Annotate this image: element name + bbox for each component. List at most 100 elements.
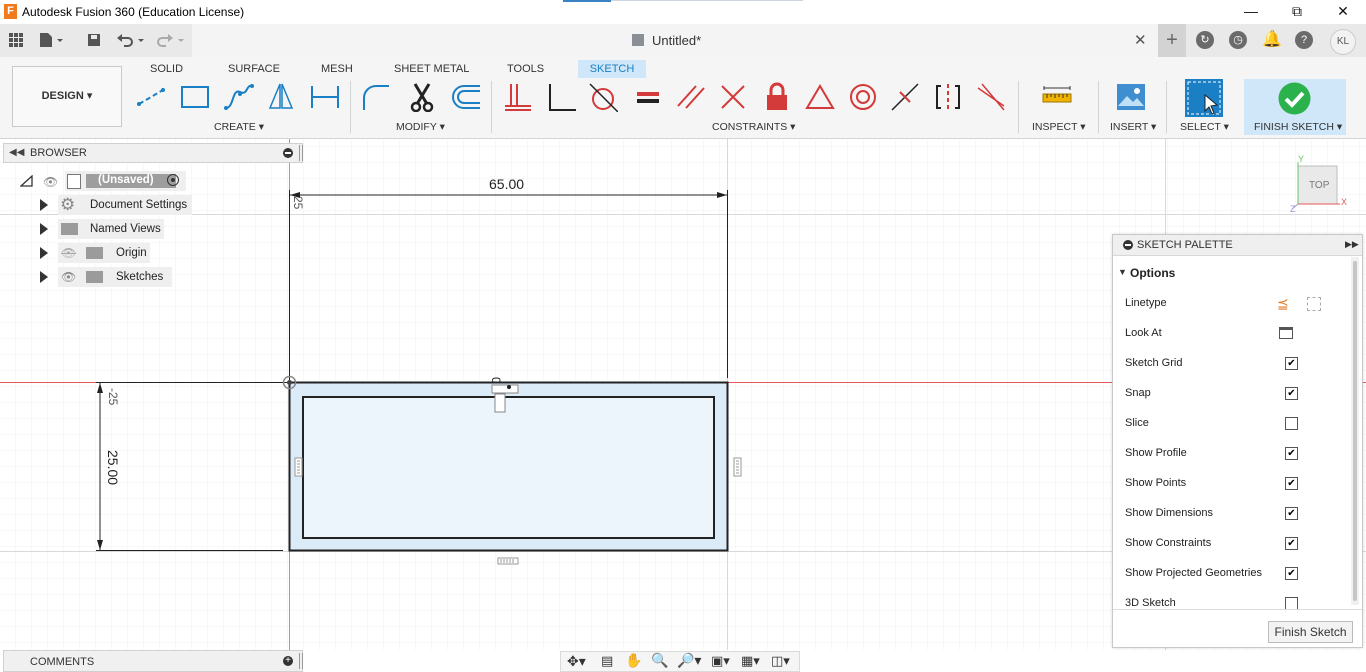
mirror-tool-icon[interactable]	[266, 82, 296, 112]
browser-item-document-settings[interactable]: ⚙ Document Settings	[38, 195, 198, 215]
dimension-small-top-label[interactable]: 25	[291, 196, 305, 209]
tab-surface[interactable]: SURFACE	[222, 60, 286, 78]
finish-sketch-button[interactable]: Finish Sketch	[1268, 621, 1353, 643]
parallel-constraint-icon[interactable]	[676, 82, 706, 112]
equal-constraint-icon[interactable]	[633, 82, 663, 112]
browser-item-sketches[interactable]: 👁 Sketches	[38, 267, 198, 287]
expand-triangle-icon[interactable]	[40, 247, 48, 259]
linetype-construction-icon[interactable]: ⪳	[1277, 295, 1289, 312]
modify-group-label[interactable]: MODIFY ▾	[396, 121, 445, 133]
palette-checkbox[interactable]: ✔	[1285, 537, 1298, 550]
undo-icon[interactable]	[116, 30, 144, 50]
inspect-group-label[interactable]: INSPECT ▾	[1032, 121, 1086, 133]
palette-checkbox[interactable]: ✔	[1285, 447, 1298, 460]
close-window-button[interactable]: ✕	[1320, 0, 1366, 24]
palette-checkbox[interactable]	[1285, 417, 1298, 430]
midpoint-constraint-icon[interactable]	[890, 82, 920, 112]
zoom-icon[interactable]: 🔍	[651, 652, 668, 669]
browser-item-named-views[interactable]: Named Views	[38, 219, 198, 239]
tangent-constraint-icon[interactable]	[588, 82, 618, 112]
palette-checkbox[interactable]: ✔	[1285, 567, 1298, 580]
expand-collapse-triangle-icon[interactable]	[20, 175, 33, 187]
workspace-switcher[interactable]: DESIGN ▾	[12, 66, 122, 127]
display-settings-icon[interactable]: ▣▾	[711, 653, 730, 669]
expand-triangle-icon[interactable]	[40, 199, 48, 211]
zoom-window-icon[interactable]: 🔎▾	[677, 652, 701, 669]
create-group-label[interactable]: CREATE ▾	[214, 121, 264, 133]
visibility-eye-icon[interactable]: 👁	[61, 270, 76, 284]
data-panel-grid-icon[interactable]	[6, 30, 26, 50]
constraints-group-label[interactable]: CONSTRAINTS ▾	[712, 121, 795, 133]
fillet-tool-icon[interactable]	[361, 82, 391, 112]
minimize-button[interactable]: —	[1228, 0, 1274, 24]
file-menu-icon[interactable]	[38, 30, 63, 50]
options-section-title[interactable]: Options	[1130, 266, 1175, 280]
trim-scissors-icon[interactable]	[407, 82, 437, 112]
pan-hand-icon[interactable]: ✋	[625, 652, 642, 669]
tab-tools[interactable]: TOOLS	[501, 60, 550, 78]
finish-sketch-group-label[interactable]: FINISH SKETCH ▾	[1254, 121, 1342, 133]
browser-minimize-icon[interactable]	[283, 148, 293, 158]
insert-group-label[interactable]: INSERT ▾	[1110, 121, 1156, 133]
look-at-icon[interactable]	[1279, 327, 1293, 339]
document-tab[interactable]: Untitled* ✕	[192, 24, 1160, 57]
offset-tool-icon[interactable]	[450, 82, 480, 112]
job-status-icon[interactable]: ◷	[1229, 31, 1247, 49]
curvature-constraint-icon[interactable]	[976, 82, 1006, 112]
grid-settings-icon[interactable]: ▦▾	[741, 653, 760, 669]
look-at-icon[interactable]: ▤	[601, 653, 613, 669]
measure-ruler-icon[interactable]	[1042, 82, 1072, 112]
notifications-bell-icon[interactable]: 🔔	[1262, 31, 1282, 49]
palette-checkbox[interactable]: ✔	[1285, 477, 1298, 490]
symmetry-constraint-icon[interactable]	[933, 82, 963, 112]
options-collapse-icon[interactable]: ▼	[1118, 267, 1127, 277]
dimension-width-label[interactable]: 65.00	[489, 176, 524, 192]
select-tool-icon[interactable]	[1185, 79, 1223, 117]
viewports-icon[interactable]: ◫▾	[771, 653, 790, 669]
palette-checkbox[interactable]: ✔	[1285, 357, 1298, 370]
viewcube-top-face[interactable]: TOP	[1309, 180, 1329, 191]
add-comment-icon[interactable]: +	[283, 656, 293, 666]
activate-radio-icon[interactable]	[167, 174, 179, 186]
palette-checkbox[interactable]: ✔	[1285, 387, 1298, 400]
perpendicular-cross-icon[interactable]	[718, 82, 748, 112]
select-group-label[interactable]: SELECT ▾	[1180, 121, 1229, 133]
rectangle-tool-icon[interactable]	[180, 82, 210, 112]
extensions-icon[interactable]: ↻	[1196, 31, 1214, 49]
line-tool-icon[interactable]	[136, 82, 166, 112]
linetype-centerline-icon[interactable]	[1307, 297, 1321, 311]
tab-sketch[interactable]: SKETCH	[578, 60, 646, 78]
expand-triangle-icon[interactable]	[40, 271, 48, 283]
palette-expand-icon[interactable]: ▶▶	[1345, 239, 1359, 250]
palette-checkbox[interactable]: ✔	[1285, 507, 1298, 520]
triangle-constraint-icon[interactable]	[805, 82, 835, 112]
perpendicular-constraint-icon[interactable]	[546, 82, 576, 112]
sketch-dimension-tool-icon[interactable]	[310, 82, 340, 112]
close-tab-icon[interactable]: ✕	[1134, 31, 1147, 49]
collapse-browser-icon[interactable]: ◀◀	[9, 147, 24, 158]
palette-scrollbar-track[interactable]	[1351, 257, 1359, 605]
concentric-constraint-icon[interactable]	[848, 82, 878, 112]
browser-item-origin[interactable]: 👁 Origin	[38, 243, 198, 263]
help-icon[interactable]: ?	[1295, 31, 1313, 49]
insert-image-icon[interactable]	[1116, 82, 1146, 112]
visibility-eye-icon[interactable]: 👁	[43, 175, 58, 189]
palette-scrollbar-thumb[interactable]	[1353, 261, 1357, 601]
user-avatar[interactable]: KL	[1330, 29, 1356, 55]
save-icon[interactable]	[84, 30, 104, 50]
hidden-eye-icon[interactable]: 👁	[61, 246, 76, 260]
palette-minimize-icon[interactable]	[1123, 240, 1133, 250]
expand-triangle-icon[interactable]	[40, 223, 48, 235]
fix-lock-icon[interactable]	[762, 82, 792, 112]
orbit-icon[interactable]: ✥▾	[567, 653, 586, 670]
comments-drag-handle[interactable]	[299, 653, 303, 669]
dimension-small-left-label[interactable]: -25	[106, 388, 120, 405]
coincident-constraint-icon[interactable]	[503, 82, 533, 112]
browser-drag-handle[interactable]	[299, 145, 303, 161]
dimension-height-label[interactable]: 25.00	[105, 450, 121, 485]
dimension-zero-label[interactable]: 0	[489, 377, 503, 384]
finish-sketch-check-icon[interactable]	[1278, 82, 1311, 115]
tab-sheet-metal[interactable]: SHEET METAL	[388, 60, 475, 78]
redo-icon[interactable]	[156, 30, 184, 50]
tab-solid[interactable]: SOLID	[144, 60, 189, 78]
